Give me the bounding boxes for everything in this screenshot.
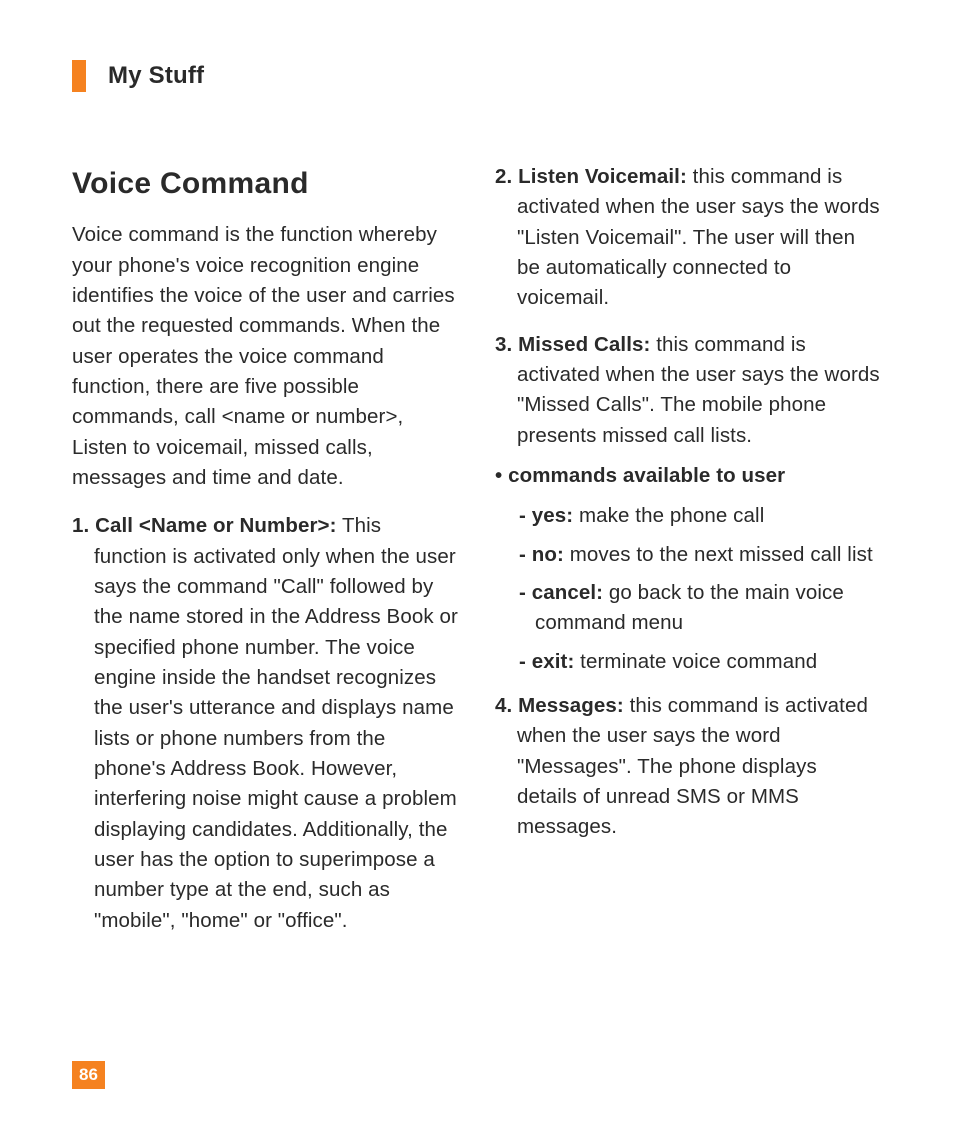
bullet-icon: • (495, 464, 502, 487)
sub-item-label: yes: (532, 504, 573, 527)
page-number: 86 (72, 1061, 105, 1089)
column-right: 2. Listen Voicemail: this command is act… (495, 162, 882, 952)
item-label: Call <Name or Number>: (95, 514, 336, 537)
dash-icon: - (519, 650, 526, 673)
item-number: 4. (495, 694, 512, 717)
sub-item-label: exit: (532, 650, 575, 673)
dash-icon: - (519, 504, 526, 527)
dash-icon: - (519, 543, 526, 566)
sub-item-yes: - yes: make the phone call (519, 501, 882, 531)
section-title: Voice Command (72, 162, 459, 206)
dash-icon: - (519, 581, 526, 604)
item-body: This function is activated only when the… (94, 514, 458, 931)
list-item-1: 1. Call <Name or Number>: This function … (72, 511, 459, 936)
sub-item-no: - no: moves to the next missed call list (519, 540, 882, 570)
sub-item-label: cancel: (532, 581, 603, 604)
item-label: Messages: (518, 694, 624, 717)
column-left: Voice Command Voice command is the funct… (72, 162, 459, 952)
item-label: Listen Voicemail: (518, 165, 687, 188)
header-section-title: My Stuff (108, 62, 204, 90)
item-number: 1. (72, 514, 89, 537)
sub-item-label: no: (532, 543, 564, 566)
sub-item-exit: - exit: terminate voice command (519, 647, 882, 677)
sub-item-body: terminate voice command (574, 650, 817, 673)
content-columns: Voice Command Voice command is the funct… (72, 162, 882, 952)
sub-item-cancel: - cancel: go back to the main voice comm… (519, 578, 882, 639)
sub-list: - yes: make the phone call - no: moves t… (495, 501, 882, 677)
list-item-4: 4. Messages: this command is activated w… (495, 691, 882, 843)
sub-heading-text: commands available to user (508, 464, 785, 487)
document-page: My Stuff Voice Command Voice command is … (0, 0, 954, 1145)
sub-item-body: moves to the next missed call list (564, 543, 873, 566)
sub-heading: • commands available to user (495, 461, 882, 491)
page-header: My Stuff (72, 60, 882, 92)
sub-item-body: make the phone call (573, 504, 764, 527)
item-label: Missed Calls: (518, 333, 650, 356)
header-accent-bar (72, 60, 86, 92)
item-number: 2. (495, 165, 512, 188)
item-number: 3. (495, 333, 512, 356)
list-item-3: 3. Missed Calls: this command is activat… (495, 330, 882, 451)
intro-paragraph: Voice command is the function whereby yo… (72, 220, 459, 493)
list-item-2: 2. Listen Voicemail: this command is act… (495, 162, 882, 314)
